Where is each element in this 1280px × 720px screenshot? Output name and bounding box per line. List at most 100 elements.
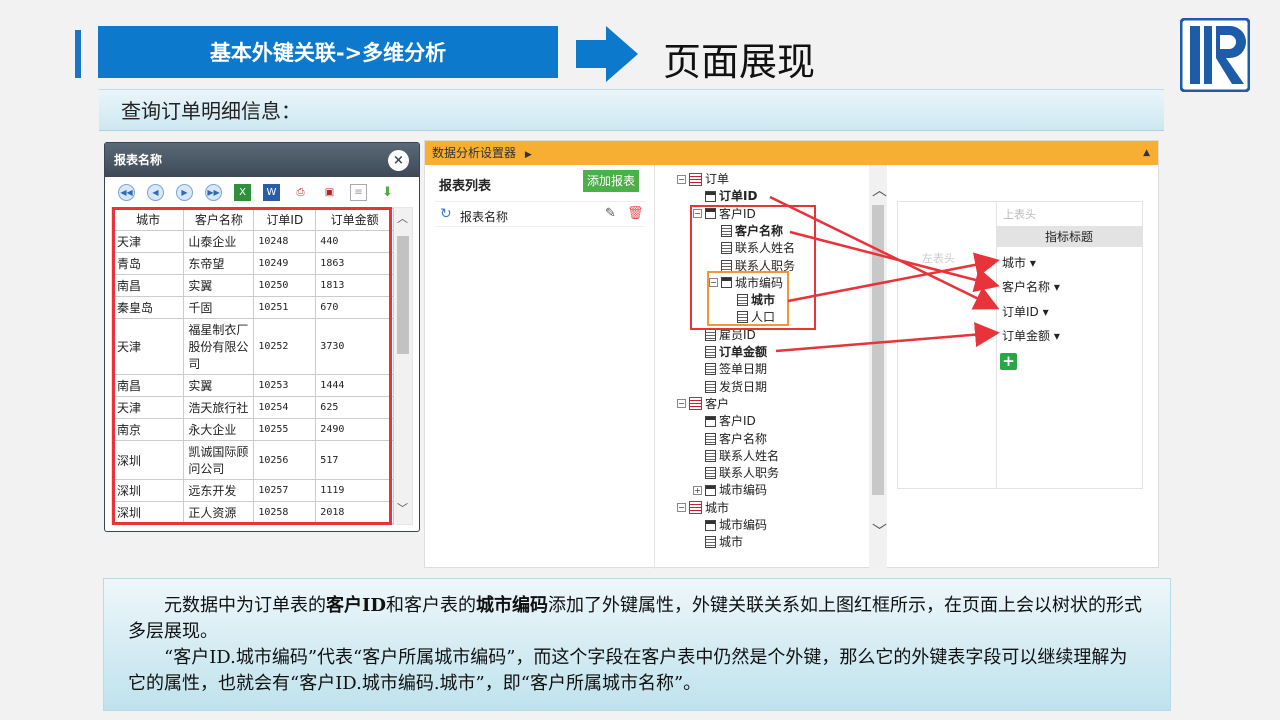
- last-page-icon[interactable]: ▶▶: [205, 183, 222, 201]
- text-icon[interactable]: ≡: [350, 183, 367, 201]
- tree-node[interactable]: 签单日期: [693, 361, 767, 377]
- tree-node-label: 客户ID: [719, 414, 756, 429]
- left-header-zone[interactable]: 左表头: [922, 250, 955, 266]
- add-indicator-button[interactable]: +: [1000, 353, 1017, 370]
- expand-icon[interactable]: +: [693, 485, 702, 495]
- table-row: 南昌 实翼 10253 1444: [112, 374, 394, 397]
- tree-scroll-up-icon[interactable]: ︿: [872, 179, 887, 200]
- report-table: 城市 客户名称 订单ID 订单金额 天津 山泰企业 10248 440 青岛 东帝望 10249 1…: [112, 208, 394, 524]
- tree-node[interactable]: 联系人职务: [693, 465, 779, 481]
- delete-icon[interactable]: 🗑: [627, 206, 644, 221]
- column-header[interactable]: 订单ID: [253, 208, 317, 231]
- tree-scrollbar[interactable]: ︿ ﹀: [869, 165, 887, 569]
- tree-node[interactable]: + 城市编码: [693, 482, 767, 498]
- tree-node[interactable]: 城市编码: [693, 517, 767, 533]
- word-icon[interactable]: W: [263, 183, 280, 201]
- field-icon: [705, 346, 716, 358]
- tree-node-label: 订单金额: [719, 345, 768, 359]
- table-cell: 10249: [253, 252, 317, 275]
- table-cell: 517: [315, 440, 394, 480]
- tree-node-label: 城市编码: [719, 483, 768, 498]
- tree-node[interactable]: − 订单: [677, 171, 729, 187]
- collapse-icon[interactable]: −: [677, 174, 686, 184]
- tree-scroll-thumb[interactable]: [872, 205, 884, 495]
- print-icon[interactable]: ▣: [321, 184, 338, 201]
- tree-node[interactable]: 客户ID: [693, 413, 756, 429]
- pdf-icon[interactable]: ⎙: [292, 184, 309, 201]
- table-cell: 10253: [253, 374, 317, 397]
- analysis-header-label: 数据分析设置器: [432, 146, 517, 160]
- indicator-item[interactable]: 订单ID ▾: [1002, 303, 1049, 320]
- tree-node[interactable]: − 城市: [677, 500, 729, 516]
- report-scrollbar[interactable]: ︿ ﹀: [394, 208, 412, 524]
- table-cell: 上海: [112, 523, 185, 524]
- column-header[interactable]: 城市: [112, 208, 185, 231]
- table-cell: 实翼: [183, 274, 255, 297]
- table-cell: 远东开发: [183, 479, 255, 502]
- table-cell: 10258: [253, 501, 317, 524]
- scroll-down-icon[interactable]: ﹀: [397, 500, 408, 516]
- table-row: 天津 浩天旅行社 10254 625: [112, 396, 394, 419]
- collapse-caret-icon[interactable]: ▲: [1143, 141, 1150, 165]
- table-cell: 永大企业: [183, 418, 255, 441]
- first-page-icon[interactable]: ◀◀: [118, 183, 135, 201]
- tree-node[interactable]: − 客户: [677, 396, 729, 412]
- top-header-zone[interactable]: 上表头: [996, 202, 1142, 227]
- table-cell: 浩天旅行社: [183, 396, 255, 419]
- edit-icon[interactable]: ✎: [605, 206, 616, 221]
- tree-node[interactable]: 城市: [693, 534, 743, 550]
- download-icon[interactable]: ⬇: [379, 184, 396, 201]
- table-cell: 625: [315, 396, 394, 419]
- table-cell: 1813: [315, 274, 394, 297]
- table-cell: 青岛: [112, 252, 185, 275]
- field-icon: [705, 449, 716, 462]
- table-icon: [689, 172, 702, 186]
- tree-node[interactable]: 联系人姓名: [693, 448, 779, 464]
- excel-icon[interactable]: X: [234, 183, 251, 201]
- tree-node-label: 发货日期: [719, 379, 768, 394]
- report-scroll-thumb[interactable]: [397, 236, 409, 354]
- tree-node[interactable]: 订单ID: [693, 188, 757, 204]
- indicator-item[interactable]: 城市 ▾: [1002, 254, 1036, 271]
- analysis-header[interactable]: 数据分析设置器 ▶ ▲: [425, 141, 1158, 165]
- table-row: 青岛 东帝望 10249 1863: [112, 252, 394, 275]
- table-cell: 10251: [253, 296, 317, 319]
- refresh-icon[interactable]: ↻: [440, 206, 452, 222]
- report-list-item[interactable]: ↻ 报表名称 ✎ 🗑: [435, 201, 645, 227]
- tree-node-label: 订单ID: [719, 189, 758, 204]
- tree-node-label: 联系人姓名: [719, 448, 780, 463]
- tree-scroll-down-icon[interactable]: ﹀: [872, 520, 887, 541]
- next-page-icon[interactable]: ▶: [176, 183, 193, 201]
- header-caret-icon[interactable]: ▶: [525, 150, 532, 160]
- column-header[interactable]: 订单金额: [315, 208, 394, 231]
- tree-node-label: 城市: [705, 500, 730, 515]
- field-icon: [705, 536, 716, 549]
- tree-node[interactable]: 发货日期: [693, 379, 767, 395]
- table-cell: 深圳: [112, 440, 185, 480]
- table-row: 上海三捷实业10259100: [112, 523, 394, 524]
- column-header[interactable]: 客户名称: [183, 208, 255, 231]
- key-icon: [705, 190, 716, 202]
- tree-node[interactable]: 订单金额: [693, 344, 767, 360]
- tree-node-label: 城市编码: [719, 518, 768, 532]
- collapse-icon[interactable]: −: [677, 503, 686, 513]
- report-titlebar: 报表名称 ×: [105, 143, 419, 177]
- tree-node-label: 客户名称: [719, 431, 768, 446]
- scroll-up-icon[interactable]: ︿: [397, 210, 408, 226]
- highlight-box-nested-key: [707, 271, 789, 326]
- table-cell: 10257: [253, 479, 317, 502]
- add-report-button[interactable]: 添加报表: [583, 170, 639, 192]
- indicator-item[interactable]: 客户名称 ▾: [1002, 278, 1060, 295]
- brand-logo: [1180, 18, 1250, 92]
- report-table-area: 城市 客户名称 订单ID 订单金额 天津 山泰企业 10248 440 青岛 东帝望 10249 1…: [111, 207, 413, 525]
- indicator-item[interactable]: 订单金额 ▾: [1002, 327, 1060, 344]
- accent-bar: [75, 30, 81, 78]
- dropdown-icon: ▾: [1053, 280, 1060, 294]
- table-cell: 深圳: [112, 479, 185, 502]
- collapse-icon[interactable]: −: [677, 399, 686, 409]
- tree-node-label: 城市: [719, 535, 744, 550]
- close-button[interactable]: ×: [388, 150, 409, 171]
- prev-page-icon[interactable]: ◀: [147, 183, 164, 201]
- table-cell: 千固: [183, 296, 255, 319]
- tree-node[interactable]: 客户名称: [693, 431, 767, 447]
